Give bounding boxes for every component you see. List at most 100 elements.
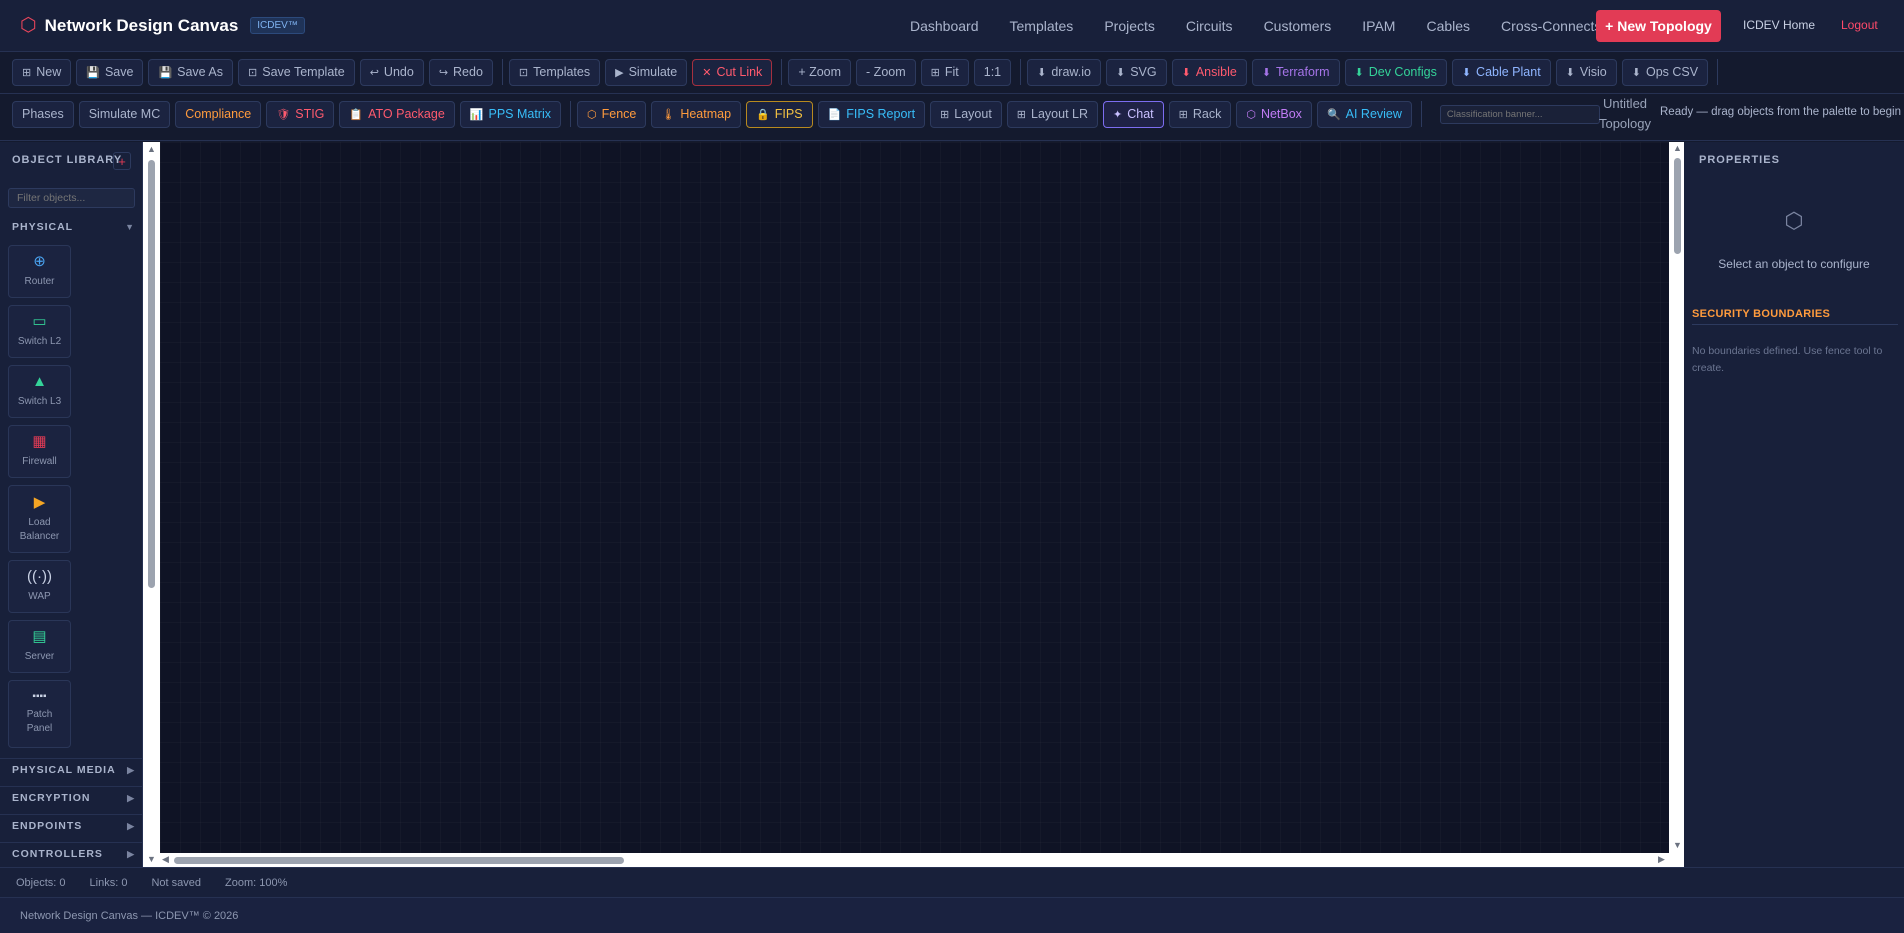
new-button[interactable]: ⊞ New	[12, 58, 72, 86]
library-scrollbar[interactable]: ▲ ▼	[145, 144, 157, 865]
nav-ipam[interactable]: IPAM	[1362, 18, 1395, 34]
scrollbar-thumb[interactable]	[148, 160, 155, 588]
zoom-in-button[interactable]: + Zoom	[788, 58, 852, 86]
hexagon-logo-icon: ⬡	[20, 15, 37, 36]
simulate-mc-button[interactable]: Simulate MC	[78, 100, 171, 128]
export-dev-configs-button[interactable]: ⬇ Dev Configs	[1344, 58, 1447, 86]
filter-objects-input[interactable]	[8, 188, 135, 208]
save-template-button[interactable]: ⊡ Save Template	[238, 58, 355, 86]
export-terraform-button[interactable]: ⬇ Terraform	[1251, 58, 1340, 86]
ato-package-label: ATO Package	[368, 107, 445, 121]
rack-button[interactable]: ⊞ Rack	[1168, 100, 1232, 128]
export-svg-button[interactable]: ⬇ SVG	[1105, 58, 1167, 86]
scroll-down-arrow-icon[interactable]: ▼	[1673, 841, 1682, 850]
nav-circuits[interactable]: Circuits	[1186, 18, 1233, 34]
palette-router[interactable]: ⊕ Router	[8, 245, 71, 298]
new-topology-button[interactable]: + New Topology	[1596, 10, 1721, 42]
ops-csv-label: Ops CSV	[1645, 65, 1699, 79]
fips-report-label: FIPS Report	[846, 107, 916, 121]
palette-server[interactable]: ▤ Server	[8, 620, 71, 673]
palette-label: Patch Panel	[26, 709, 53, 734]
toolbar-divider	[1420, 101, 1422, 127]
category-physical-media[interactable]: PHYSICAL MEDIA ▶	[0, 759, 143, 781]
scrollbar-thumb[interactable]	[1674, 158, 1681, 254]
export-cable-plant-button[interactable]: ⬇ Cable Plant	[1451, 58, 1551, 86]
document-icon: 📋	[349, 108, 364, 121]
pps-matrix-button[interactable]: 📊 PPS Matrix	[459, 100, 561, 128]
fips-report-button[interactable]: 📄 FIPS Report	[817, 100, 926, 128]
toolbar-divider-line	[0, 140, 1904, 141]
scroll-up-arrow-icon[interactable]: ▲	[1673, 144, 1682, 153]
scroll-left-arrow-icon[interactable]: ◀	[162, 855, 169, 864]
redo-button[interactable]: ↪ Redo	[428, 58, 493, 86]
server-icon: ▤	[32, 628, 47, 645]
save-template-label: Save Template	[262, 65, 345, 79]
export-ops-csv-button[interactable]: ⬇ Ops CSV	[1621, 58, 1709, 86]
simulate-button[interactable]: ▶ Simulate	[605, 58, 688, 86]
design-canvas[interactable]	[160, 142, 1669, 853]
grid-icon: ⊞	[930, 66, 940, 79]
nav-cross-connects[interactable]: Cross-Connects	[1501, 18, 1601, 34]
category-encryption[interactable]: ENCRYPTION ▶	[0, 787, 143, 809]
fips-button[interactable]: 🔒 FIPS	[746, 100, 813, 128]
save-button[interactable]: 💾 Save	[76, 58, 144, 86]
brand[interactable]: ⬡ Network Design Canvas ICDEV™	[20, 16, 305, 36]
undo-button[interactable]: ↩ Undo	[359, 58, 424, 86]
category-label: ENCRYPTION	[12, 792, 91, 804]
palette-switch-l3[interactable]: ▲ Switch L3	[8, 365, 71, 418]
export-visio-button[interactable]: ⬇ Visio	[1555, 58, 1617, 86]
compliance-button[interactable]: Compliance	[175, 100, 262, 128]
category-endpoints[interactable]: ENDPOINTS ▶	[0, 815, 143, 837]
canvas-vertical-scrollbar[interactable]: ▲ ▼	[1670, 142, 1684, 853]
download-icon: ⬇	[1631, 66, 1641, 79]
save-as-button[interactable]: 💾 Save As	[148, 58, 234, 86]
fit-label: Fit	[944, 65, 959, 79]
toolbar-divider	[1020, 59, 1022, 85]
scroll-up-arrow-icon[interactable]: ▲	[147, 145, 156, 154]
export-ansible-button[interactable]: ⬇ Ansible	[1171, 58, 1247, 86]
chevron-right-icon: ▶	[127, 792, 135, 803]
category-physical[interactable]: PHYSICAL ▼	[0, 216, 143, 238]
zoom-out-button[interactable]: - Zoom	[856, 58, 916, 86]
netbox-button[interactable]: ⬡ NetBox	[1236, 100, 1312, 128]
nav-cables[interactable]: Cables	[1426, 18, 1470, 34]
layout-lr-label: Layout LR	[1031, 107, 1088, 121]
templates-button[interactable]: ⊡ Templates	[508, 58, 601, 86]
nav-projects[interactable]: Projects	[1104, 18, 1155, 34]
cut-link-button[interactable]: ✕ Cut Link	[692, 58, 773, 86]
ato-package-button[interactable]: 📋 ATO Package	[339, 100, 455, 128]
dev-configs-label: Dev Configs	[1368, 65, 1437, 79]
stig-button[interactable]: 🛡 STIG	[266, 100, 335, 128]
palette-firewall[interactable]: ▦ Firewall	[8, 425, 71, 478]
icdev-home-link[interactable]: ICDEV Home	[1743, 18, 1815, 32]
scrollbar-thumb[interactable]	[174, 857, 624, 864]
layout-button[interactable]: ⊞ Layout	[930, 100, 1002, 128]
scroll-down-arrow-icon[interactable]: ▼	[147, 855, 156, 864]
heatmap-button[interactable]: 🌡 Heatmap	[651, 100, 742, 128]
template-icon: ⊡	[248, 66, 258, 79]
nav-templates[interactable]: Templates	[1010, 18, 1074, 34]
topology-name[interactable]: Untitled Topology	[1592, 94, 1658, 134]
fence-button[interactable]: ⬡ Fence	[577, 100, 647, 128]
nav-customers[interactable]: Customers	[1264, 18, 1332, 34]
classification-banner-input[interactable]	[1439, 104, 1600, 124]
nav-dashboard[interactable]: Dashboard	[910, 18, 979, 34]
palette-patch-panel[interactable]: ▪▪▪▪ Patch Panel	[8, 680, 71, 748]
layout-lr-button[interactable]: ⊞ Layout LR	[1006, 100, 1098, 128]
palette-switch-l2[interactable]: ▭ Switch L2	[8, 305, 71, 358]
category-controllers[interactable]: CONTROLLERS ▶	[0, 843, 143, 865]
link-count: Links: 0	[89, 876, 128, 889]
app-title: Network Design Canvas	[44, 15, 239, 35]
phases-button[interactable]: Phases	[12, 100, 74, 128]
ai-review-button[interactable]: 🔍 AI Review	[1316, 100, 1412, 128]
scroll-right-arrow-icon[interactable]: ▶	[1658, 855, 1665, 864]
logout-link[interactable]: Logout	[1841, 18, 1878, 32]
fit-button[interactable]: ⊞ Fit	[920, 58, 969, 86]
actual-size-button[interactable]: 1:1	[973, 58, 1012, 86]
palette-load-balancer[interactable]: ▶ Load Balancer	[8, 485, 71, 553]
canvas-horizontal-scrollbar[interactable]: ◀ ▶	[160, 853, 1669, 867]
add-object-button[interactable]: +	[113, 152, 131, 170]
chat-button[interactable]: ✦ Chat	[1103, 100, 1164, 128]
palette-wap[interactable]: ((·)) WAP	[8, 560, 71, 613]
export-drawio-button[interactable]: ⬇ draw.io	[1027, 58, 1101, 86]
